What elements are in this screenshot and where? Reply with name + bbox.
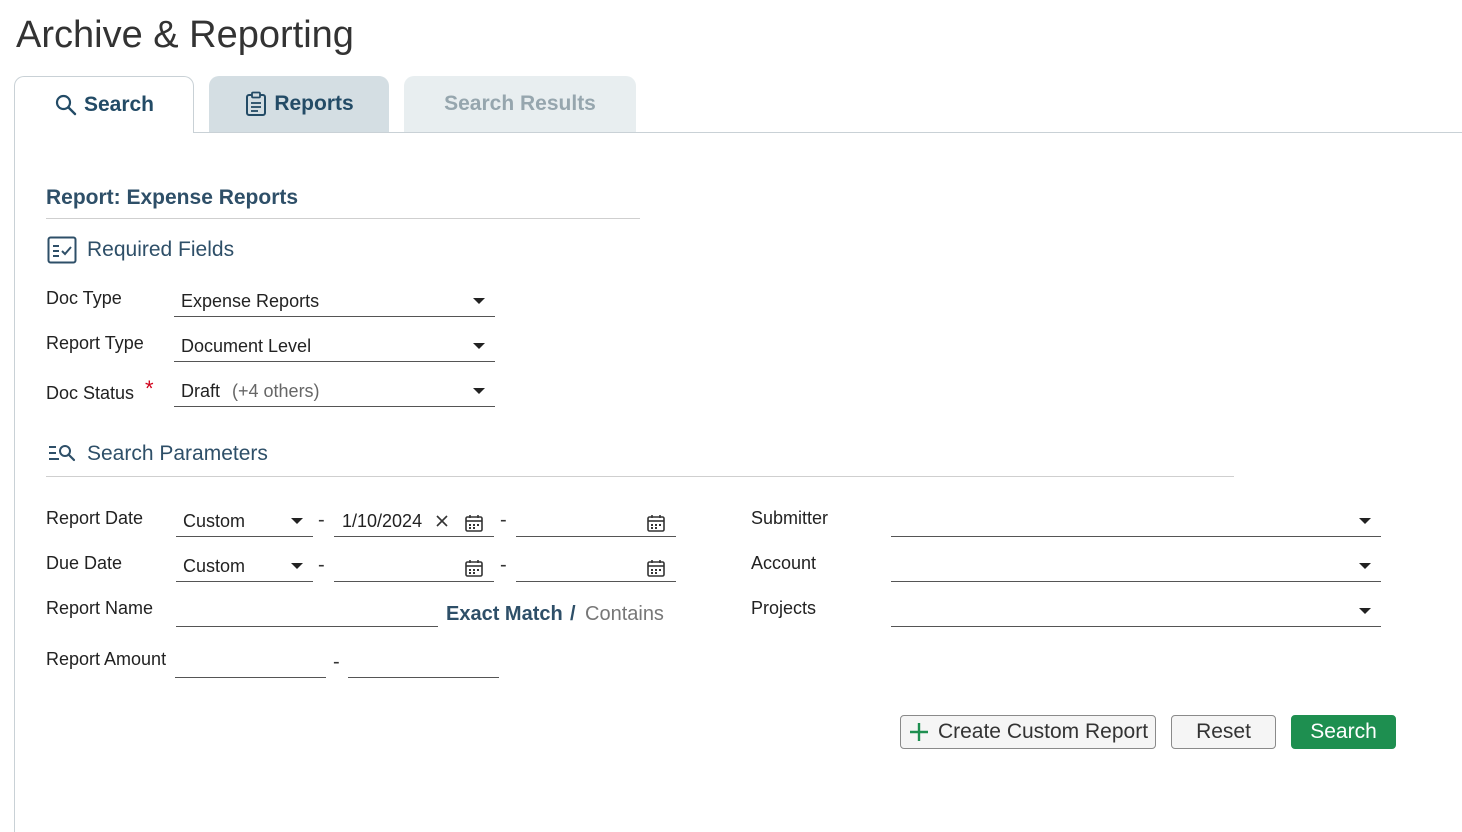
- projects-select[interactable]: [891, 597, 1381, 627]
- chevron-down-icon: [291, 563, 303, 569]
- projects-label: Projects: [751, 598, 817, 618]
- doc-status-select[interactable]: Draft (+4 others): [174, 377, 495, 407]
- calendar-icon[interactable]: [646, 558, 666, 578]
- create-custom-report-button[interactable]: Create Custom Report: [900, 715, 1156, 749]
- search-list-icon: [49, 445, 76, 462]
- report-amount-max-input[interactable]: [348, 648, 499, 678]
- chevron-down-icon: [291, 518, 303, 524]
- contains-toggle[interactable]: Contains: [585, 603, 664, 626]
- range-separator: -: [500, 554, 507, 576]
- tab-reports[interactable]: Reports: [209, 76, 389, 132]
- doc-status-extra: (+4 others): [232, 381, 320, 401]
- submitter-select[interactable]: [891, 507, 1381, 537]
- report-name-input[interactable]: [176, 597, 438, 627]
- match-separator: /: [570, 603, 576, 625]
- due-date-mode-value: Custom: [183, 556, 246, 576]
- tab-reports-label: Reports: [274, 92, 354, 115]
- report-date-from-input[interactable]: 1/10/2024: [334, 507, 494, 537]
- required-fields-heading: Required Fields: [47, 236, 234, 264]
- search-parameters-label: Search Parameters: [87, 442, 268, 465]
- report-amount-label: Report Amount: [46, 649, 167, 669]
- account-label: Account: [751, 553, 817, 573]
- due-date-label: Due Date: [46, 553, 123, 573]
- report-date-label: Report Date: [46, 508, 144, 528]
- doc-type-value: Expense Reports: [181, 291, 320, 311]
- chevron-down-icon: [473, 298, 485, 304]
- tab-search[interactable]: Search: [14, 76, 194, 133]
- range-separator: -: [318, 509, 325, 531]
- checklist-icon: [47, 236, 77, 264]
- doc-type-select[interactable]: Expense Reports: [174, 287, 495, 317]
- search-parameters-divider: [46, 476, 1234, 477]
- report-date-mode-value: Custom: [183, 511, 246, 531]
- range-separator: -: [333, 651, 340, 673]
- report-title: Report: Expense Reports: [46, 186, 299, 209]
- exact-match-toggle[interactable]: Exact Match: [446, 603, 563, 626]
- doc-status-value: Draft: [181, 381, 221, 401]
- create-custom-report-label: Create Custom Report: [937, 720, 1149, 743]
- report-date-mode-select[interactable]: Custom: [176, 507, 313, 537]
- report-amount-min-input[interactable]: [175, 648, 326, 678]
- required-indicator: *: [145, 376, 154, 401]
- tab-search-results-label: Search Results: [444, 92, 596, 115]
- required-fields-label: Required Fields: [87, 238, 235, 261]
- submitter-label: Submitter: [751, 508, 829, 528]
- chevron-down-icon: [1359, 518, 1371, 524]
- calendar-icon[interactable]: [464, 558, 484, 578]
- due-date-to-input[interactable]: [516, 552, 676, 582]
- chevron-down-icon: [473, 388, 485, 394]
- chevron-down-icon: [1359, 563, 1371, 569]
- report-type-value: Document Level: [181, 336, 312, 356]
- calendar-icon[interactable]: [646, 513, 666, 533]
- report-date-from-value: 1/10/2024: [342, 511, 423, 531]
- panel-border: [14, 132, 15, 832]
- report-date-to-input[interactable]: [516, 507, 676, 537]
- clear-icon[interactable]: [434, 513, 450, 529]
- doc-status-label: Doc Status: [46, 383, 135, 403]
- page-title: Archive & Reporting: [16, 14, 354, 56]
- report-type-label: Report Type: [46, 333, 144, 353]
- chevron-down-icon: [1359, 608, 1371, 614]
- report-type-select[interactable]: Document Level: [174, 332, 495, 362]
- chevron-down-icon: [473, 343, 485, 349]
- search-button[interactable]: Search: [1291, 715, 1396, 749]
- search-icon: [55, 94, 77, 116]
- reset-button[interactable]: Reset: [1171, 715, 1276, 749]
- tab-bar-divider: [14, 132, 1462, 133]
- report-title-divider: [46, 218, 640, 219]
- clipboard-icon: [246, 91, 267, 116]
- due-date-from-input[interactable]: [334, 552, 494, 582]
- account-select[interactable]: [891, 552, 1381, 582]
- report-name-label: Report Name: [46, 598, 154, 618]
- tab-search-results[interactable]: Search Results: [404, 76, 636, 132]
- due-date-mode-select[interactable]: Custom: [176, 552, 313, 582]
- calendar-icon[interactable]: [464, 513, 484, 533]
- plus-icon: [909, 723, 928, 741]
- search-parameters-heading: Search Parameters: [47, 442, 268, 466]
- range-separator: -: [318, 554, 325, 576]
- tab-search-label: Search: [83, 93, 155, 116]
- range-separator: -: [500, 509, 507, 531]
- doc-type-label: Doc Type: [46, 288, 122, 308]
